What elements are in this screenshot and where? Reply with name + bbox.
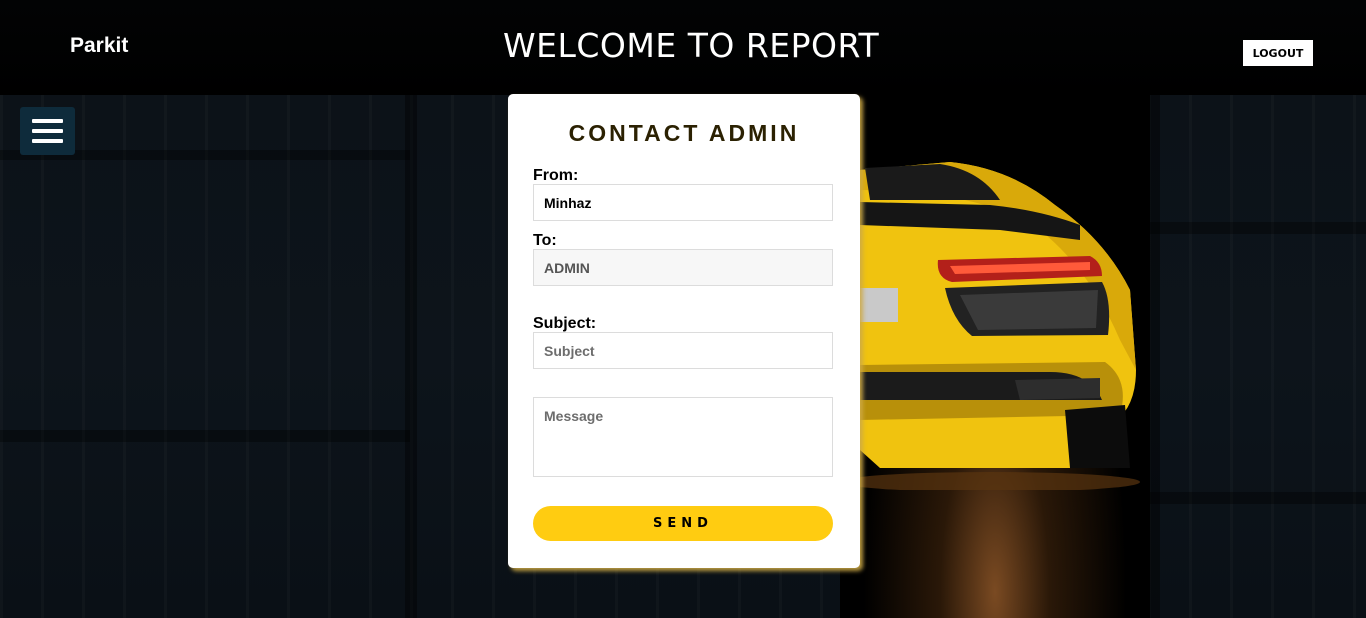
menu-bar [32,129,63,133]
menu-bar [32,119,63,123]
menu-bar [32,139,63,143]
page-title: WELCOME TO REPORT [503,26,880,65]
send-button[interactable]: SEND [533,506,833,541]
wall-panel-line [1150,222,1366,234]
to-field[interactable] [533,249,833,286]
from-field[interactable] [533,184,833,221]
to-label: To: [533,232,557,249]
subject-input[interactable] [533,332,833,369]
hamburger-menu-icon[interactable] [20,107,75,155]
page-background: Parkit WELCOME TO REPORT LOGOUT CONTACT … [0,0,1366,618]
car-image [840,162,1140,490]
logout-button[interactable]: LOGOUT [1243,40,1313,66]
form-title: CONTACT ADMIN [568,120,800,146]
wall-panel-line [405,95,417,618]
brand-logo[interactable]: Parkit [70,34,128,58]
from-label: From: [533,167,579,184]
contact-admin-form: CONTACT ADMIN From: To: Subject: SEND [508,94,860,568]
message-textarea[interactable] [533,397,833,477]
wall-panel-line [1150,492,1366,504]
wall-panel-line [0,430,410,442]
subject-label: Subject: [533,315,597,332]
